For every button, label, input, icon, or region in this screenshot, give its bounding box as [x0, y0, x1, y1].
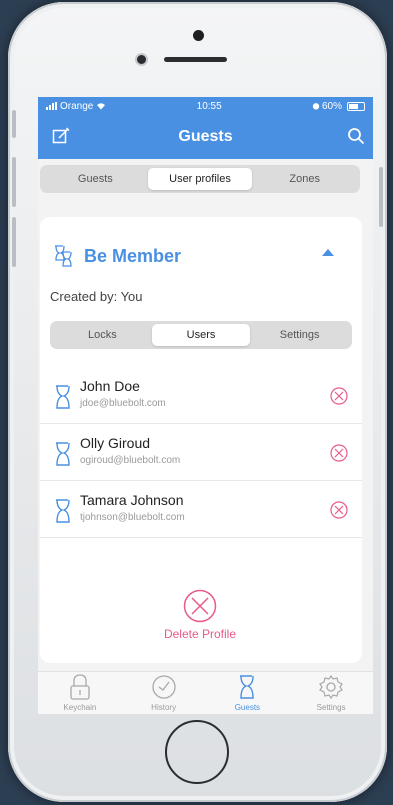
delete-profile-button[interactable]: Delete Profile	[150, 589, 250, 649]
tab-users[interactable]: Users	[151, 324, 251, 346]
alarm-icon	[312, 103, 320, 110]
user-row[interactable]: Tamara Johnson tjohnson@bluebolt.com	[40, 481, 362, 538]
tab-bar: Keychain History Guests Settings	[38, 671, 373, 714]
search-icon[interactable]	[347, 127, 365, 145]
user-hourglass-icon	[56, 499, 70, 523]
front-camera	[137, 55, 146, 64]
delete-profile-label: Delete Profile	[163, 627, 237, 641]
clock-label: 10:55	[196, 100, 222, 112]
navigation-bar: Guests	[38, 115, 373, 159]
user-row[interactable]: Olly Giroud ogiroud@bluebolt.com	[40, 424, 362, 481]
profile-segmented-control: Locks Users Settings	[50, 321, 352, 349]
profile-card: Be Member Created by: You Locks Users Se…	[40, 217, 362, 663]
user-name: Tamara Johnson	[80, 492, 184, 508]
app-screen: Orange 10:55 60% Guests Guests User prof…	[38, 97, 373, 714]
wifi-icon	[97, 103, 106, 110]
tabbar-label: Keychain	[63, 703, 97, 712]
user-email: ogiroud@bluebolt.com	[80, 455, 181, 466]
user-row[interactable]: John Doe jdoe@bluebolt.com	[40, 367, 362, 424]
tabbar-label: Settings	[316, 703, 346, 712]
user-email: tjohnson@bluebolt.com	[80, 512, 185, 523]
profile-group-icon	[55, 245, 72, 267]
signal-icon	[46, 102, 57, 110]
user-email: jdoe@bluebolt.com	[80, 398, 166, 409]
profile-name: Be Member	[84, 245, 182, 266]
tab-zones[interactable]: Zones	[252, 168, 357, 190]
user-hourglass-icon	[56, 442, 70, 466]
history-icon	[151, 675, 176, 699]
compose-icon[interactable]	[52, 127, 70, 145]
user-hourglass-icon	[56, 385, 70, 409]
lock-icon	[70, 674, 90, 700]
tabbar-item-guests[interactable]: Guests	[206, 672, 290, 714]
delete-icon	[183, 589, 217, 623]
carrier-label: Orange	[60, 100, 94, 112]
gear-icon	[319, 674, 344, 700]
battery-label: 60%	[321, 100, 342, 112]
earpiece-speaker	[164, 57, 227, 62]
status-bar: Orange 10:55 60%	[38, 97, 373, 115]
tabbar-item-keychain[interactable]: Keychain	[38, 672, 122, 714]
remove-user-icon[interactable]	[330, 444, 348, 462]
tab-settings[interactable]: Settings	[250, 324, 349, 346]
tabbar-label: History	[151, 703, 177, 712]
proximity-sensor	[193, 30, 204, 41]
power-button	[379, 167, 383, 227]
tabbar-label: Guests	[234, 703, 261, 712]
remove-user-icon[interactable]	[330, 387, 348, 405]
tabbar-item-history[interactable]: History	[122, 672, 206, 714]
tab-locks[interactable]: Locks	[53, 324, 152, 346]
battery-icon	[347, 101, 365, 111]
top-segmented-control: Guests User profiles Zones	[40, 165, 360, 193]
user-name: John Doe	[80, 378, 140, 394]
user-name: Olly Giroud	[80, 435, 151, 451]
created-by-label: Created by: You	[50, 289, 143, 304]
volume-up-button	[12, 157, 16, 207]
tab-guests[interactable]: Guests	[43, 168, 148, 190]
tabbar-item-settings[interactable]: Settings	[289, 672, 373, 714]
volume-down-button	[12, 217, 16, 267]
page-title: Guests	[178, 128, 233, 145]
profile-header[interactable]: Be Member	[52, 241, 350, 271]
guests-icon	[240, 675, 255, 699]
collapse-caret-icon[interactable]	[322, 249, 334, 256]
mute-switch	[12, 110, 16, 138]
tab-user-profiles[interactable]: User profiles	[147, 168, 253, 190]
home-button[interactable]	[165, 720, 229, 784]
remove-user-icon[interactable]	[330, 501, 348, 519]
